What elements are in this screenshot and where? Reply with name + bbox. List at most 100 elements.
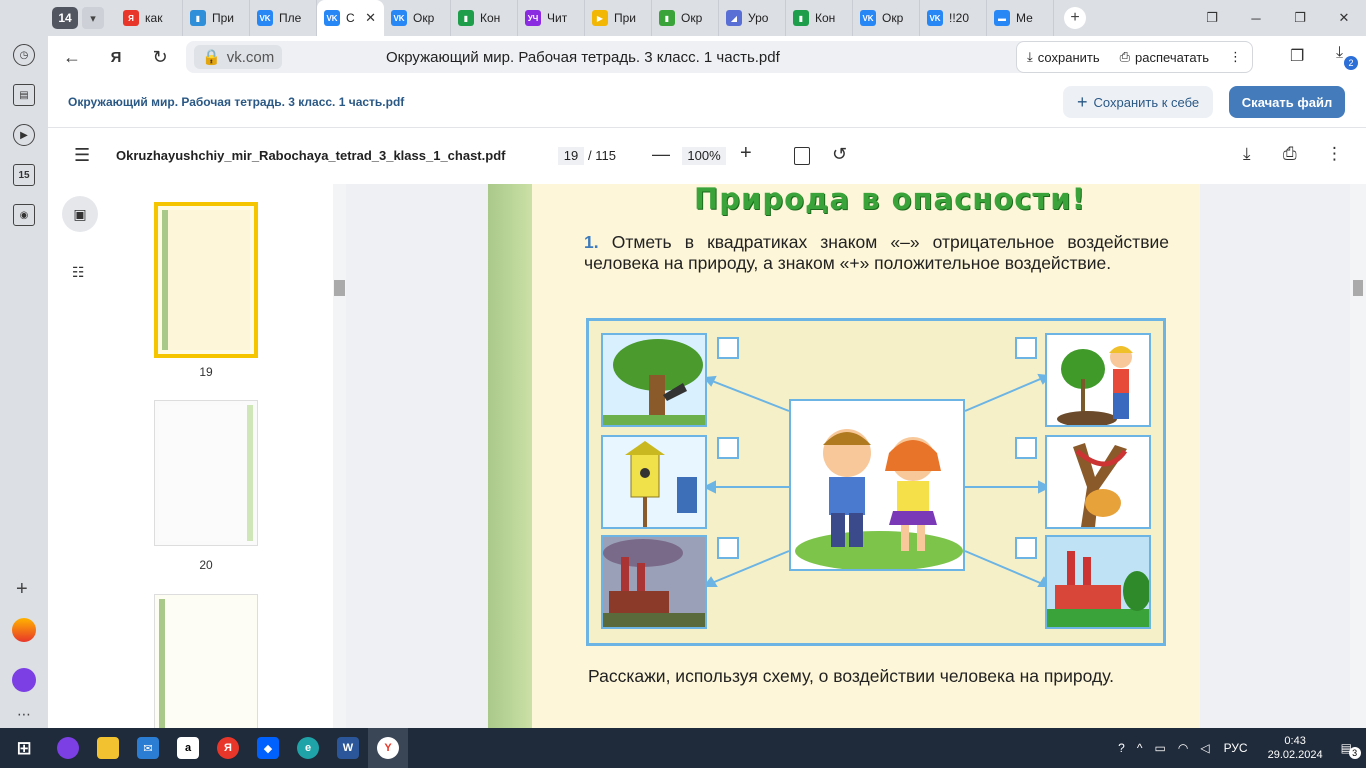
page-margin-decoration	[488, 184, 532, 728]
restore-icon[interactable]: ❐	[1278, 0, 1322, 36]
back-icon[interactable]: ←	[56, 41, 88, 73]
mail-icon[interactable]: ✉	[128, 728, 168, 768]
tab-13[interactable]: ▬ Ме	[987, 0, 1054, 36]
new-tab-button[interactable]: +	[1064, 7, 1086, 29]
tab-label: Окр	[413, 11, 435, 25]
download-file-button[interactable]: Скачать файл	[1229, 86, 1345, 118]
more-actions-icon[interactable]: ⋮	[1219, 42, 1252, 72]
tab-0[interactable]: Якак	[116, 0, 183, 36]
dropbox-icon[interactable]: ◆	[248, 728, 288, 768]
download-pdf-icon[interactable]: ⤓	[1243, 144, 1251, 164]
site-info[interactable]: 🔒 vk.com	[194, 45, 283, 69]
zoom-in-icon[interactable]: +	[740, 142, 752, 165]
print-button[interactable]: ⎙ распечатать	[1110, 42, 1219, 72]
window-controls: ❐ ─ ❐ ✕	[1190, 0, 1366, 36]
yandex-browser-icon[interactable]: Y	[368, 728, 408, 768]
tray-up-icon[interactable]: ^	[1137, 741, 1143, 755]
amazon-icon[interactable]: a	[168, 728, 208, 768]
more-icon[interactable]: ⋯	[17, 706, 31, 723]
tab-9[interactable]: ◢ Уро	[719, 0, 786, 36]
save-to-self-button[interactable]: + Сохранить к себе	[1063, 86, 1214, 118]
edge-icon[interactable]: e	[288, 728, 328, 768]
checkbox-4[interactable]	[1015, 337, 1037, 359]
lock-icon: 🔒	[202, 49, 221, 66]
print-pdf-icon[interactable]: ⎙	[1283, 144, 1297, 164]
yandex-icon[interactable]: Я	[208, 728, 248, 768]
slides-icon: ◢	[726, 10, 742, 26]
downloads-icon[interactable]: ⤓	[1336, 44, 1343, 62]
vk-icon: VK	[860, 10, 876, 26]
tab-5[interactable]: ▮ Кон	[451, 0, 518, 36]
page-number-input[interactable]: 19	[558, 147, 584, 165]
market-icon[interactable]	[12, 618, 36, 642]
explorer-icon[interactable]	[88, 728, 128, 768]
tab-12[interactable]: VK !!20	[920, 0, 987, 36]
thumbnail-scrollbar[interactable]	[333, 184, 346, 728]
zoom-out-icon[interactable]: —	[652, 144, 670, 165]
language-indicator[interactable]: РУС	[1224, 741, 1248, 755]
fit-page-icon[interactable]	[794, 147, 810, 165]
checkbox-3[interactable]	[717, 537, 739, 559]
save-button[interactable]: ⤓ сохранить	[1017, 42, 1110, 72]
checkbox-5[interactable]	[1015, 437, 1037, 459]
tab-6[interactable]: УЧ Чит	[518, 0, 585, 36]
thumbnail-page-20[interactable]	[154, 400, 258, 546]
zoom-input[interactable]: 100%	[682, 147, 726, 165]
network-icon[interactable]: ◠	[1178, 741, 1188, 755]
start-button[interactable]: ⊞	[0, 728, 48, 768]
tab-label: При	[212, 11, 235, 25]
tab-label: Окр	[882, 11, 904, 25]
thumbnail-page-19[interactable]	[154, 202, 258, 358]
tab-8[interactable]: ▮ Окр	[652, 0, 719, 36]
tab-strip: Якак ▮ При VK Пле VK С ✕ VK Окр ▮ Кон УЧ Чит ▶ При ▮ Окр ◢…	[116, 0, 1054, 36]
volume-icon[interactable]: ◁	[1200, 741, 1209, 755]
alice-icon[interactable]	[12, 668, 36, 692]
tab-2[interactable]: VK Пле	[250, 0, 317, 36]
checkbox-1[interactable]	[717, 337, 739, 359]
close-window-icon[interactable]: ✕	[1322, 0, 1366, 36]
page-title: Окружающий мир. Рабочая тетрадь. 3 класс…	[386, 48, 780, 66]
tab-count-button[interactable]: 14	[52, 7, 78, 29]
battery-icon[interactable]: ▭	[1155, 741, 1166, 755]
clock[interactable]: 0:43 29.02.2024	[1268, 734, 1323, 762]
domain-label: vk.com	[226, 48, 275, 66]
notifications-icon[interactable]: ▤ 3	[1341, 741, 1361, 759]
calendar-badge-icon[interactable]: 15	[13, 164, 35, 186]
url-field[interactable]: 🔒 vk.com Окружающий мир. Рабочая тетрадь.…	[186, 41, 1054, 73]
impact-scheme	[586, 318, 1166, 646]
viewer-scrollbar[interactable]	[1350, 184, 1366, 728]
reload-icon[interactable]: ↻	[144, 41, 176, 73]
minimize-icon[interactable]: ─	[1234, 0, 1278, 36]
browser-tab-bar: 14 ▾ Якак ▮ При VK Пле VK С ✕ VK Окр ▮ Кон УЧ Чит ▶ При…	[0, 0, 1366, 36]
tab-7[interactable]: ▶ При	[585, 0, 652, 36]
pdf-more-icon[interactable]: ⋮	[1326, 144, 1343, 164]
checkbox-2[interactable]	[717, 437, 739, 459]
tab-label: Кон	[480, 11, 501, 25]
page-heading: Природа в опасности!	[694, 184, 1086, 216]
tab-1[interactable]: ▮ При	[183, 0, 250, 36]
checkbox-6[interactable]	[1015, 537, 1037, 559]
tab-11[interactable]: VK Окр	[853, 0, 920, 36]
outline-icon[interactable]: ☷	[72, 264, 85, 281]
page-total: / 115	[588, 148, 616, 163]
alice-taskbar-icon[interactable]	[48, 728, 88, 768]
add-panel-icon[interactable]: +	[16, 578, 28, 601]
extensions-icon[interactable]: ❐	[1290, 46, 1304, 66]
tabs-dropdown-icon[interactable]: ▾	[82, 7, 104, 29]
word-icon[interactable]: W	[328, 728, 368, 768]
menu-icon[interactable]: ☰	[74, 145, 90, 166]
help-icon[interactable]: ?	[1118, 741, 1125, 755]
thumbnail-page-21[interactable]	[154, 594, 258, 728]
tab-3[interactable]: VK С ✕	[317, 0, 384, 36]
tab-10[interactable]: ▮ Кон	[786, 0, 853, 36]
close-tab-icon[interactable]: ✕	[365, 10, 376, 26]
video-icon[interactable]: ▶	[13, 124, 35, 146]
tab-4[interactable]: VK Окр	[384, 0, 451, 36]
thumbnails-icon[interactable]: ▣	[62, 196, 98, 232]
collections-icon[interactable]: ▤	[13, 84, 35, 106]
history-icon[interactable]: ◷	[13, 44, 35, 66]
yandex-home-icon[interactable]: Я	[100, 41, 132, 73]
screenshot-icon[interactable]: ◉	[13, 204, 35, 226]
tab-manager-icon[interactable]: ❐	[1190, 0, 1234, 36]
rotate-icon[interactable]: ↺	[832, 144, 847, 165]
